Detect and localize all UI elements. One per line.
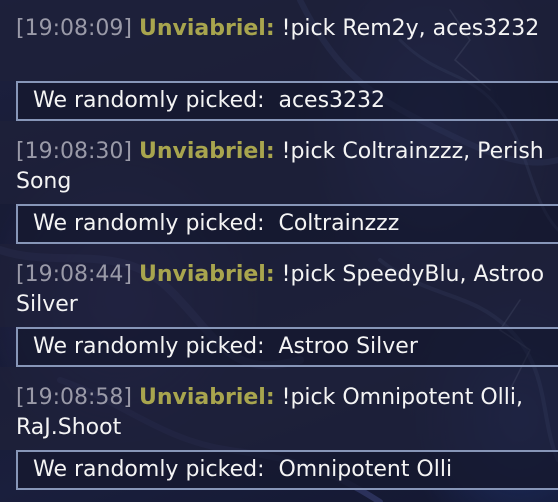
message-username[interactable]: Unviabriel: [139,385,275,410]
pick-result-value: Coltrainzzz [278,211,400,236]
message-timestamp: [19:08:44] [16,262,132,287]
message-timestamp: [19:08:30] [16,139,132,164]
pick-result-box: We randomly picked: Omnipotent Olli [16,450,558,490]
message-timestamp: [19:08:58] [16,385,132,410]
pick-result-value: Astroo Silver [278,334,418,359]
message-username[interactable]: Unviabriel: [139,262,275,287]
chat-log: [19:08:09] Unviabriel: !pick Rem2y, aces… [0,0,558,490]
pick-result-box: We randomly picked: Astroo Silver [16,327,558,367]
pick-result-box: We randomly picked: Coltrainzzz [16,204,558,244]
message-username[interactable]: Unviabriel: [139,16,275,41]
chat-message: [19:08:58] Unviabriel: !pick Omnipotent … [0,367,558,450]
chat-message: [19:08:44] Unviabriel: !pick SpeedyBlu, … [0,244,558,327]
pick-result-label: We randomly picked: [33,88,265,113]
pick-result-box: We randomly picked: aces3232 [16,81,558,121]
pick-result-value: Omnipotent Olli [278,457,453,482]
message-timestamp: [19:08:09] [16,16,132,41]
chat-message: [19:08:09] Unviabriel: !pick Rem2y, aces… [0,0,558,81]
message-text: !pick Rem2y, aces3232 [281,16,540,41]
pick-result-label: We randomly picked: [33,457,265,482]
pick-result-value: aces3232 [278,88,386,113]
message-username[interactable]: Unviabriel: [139,139,275,164]
pick-result-label: We randomly picked: [33,334,265,359]
pick-result-label: We randomly picked: [33,211,265,236]
chat-message: [19:08:30] Unviabriel: !pick Coltrainzzz… [0,121,558,204]
